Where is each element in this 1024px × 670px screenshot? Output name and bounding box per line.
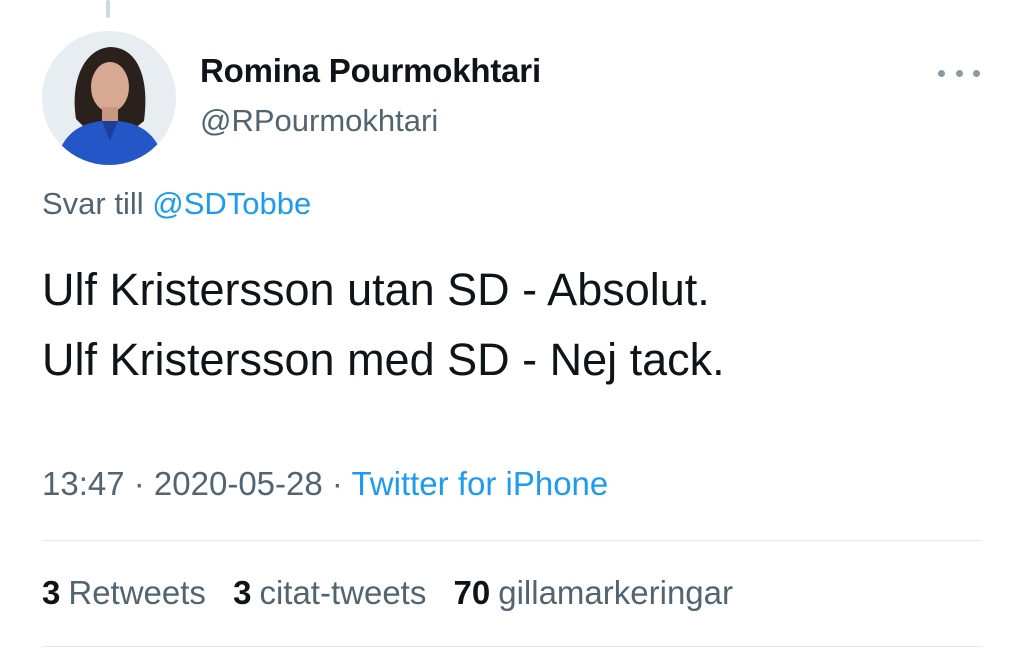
more-horizontal-icon[interactable] — [938, 58, 980, 88]
meta-separator: · — [124, 465, 154, 502]
more-dot — [955, 69, 963, 77]
divider — [42, 646, 982, 647]
author-handle[interactable]: @RPourmokhtari — [200, 103, 438, 139]
reply-prefix: Svar till — [42, 186, 144, 221]
divider — [42, 540, 982, 541]
tweet-time[interactable]: 13:47 — [42, 465, 125, 502]
tweet-source-link[interactable]: Twitter for iPhone — [351, 465, 608, 502]
reply-mention-link[interactable]: @SDTobbe — [152, 186, 311, 221]
quotes-stat[interactable]: 3 citat-tweets — [233, 574, 426, 611]
more-dot — [938, 69, 945, 77]
retweets-label: Retweets — [68, 574, 206, 611]
tweet-stats: 3 Retweets 3 citat-tweets 70 gillamarkering… — [42, 574, 751, 612]
thread-connector-line — [106, 0, 110, 18]
tweet-meta: 13:47 · 2020-05-28 · Twitter for iPhone — [42, 465, 608, 503]
retweets-stat[interactable]: 3 Retweets — [42, 574, 206, 611]
tweet-line: Ulf Kristersson med SD - Nej tack. — [42, 334, 725, 385]
retweets-count: 3 — [42, 574, 61, 611]
tweet-date[interactable]: 2020-05-28 — [154, 465, 323, 502]
quotes-count: 3 — [233, 574, 252, 611]
likes-stat[interactable]: 70 gillamarkeringar — [454, 574, 733, 611]
more-dot — [973, 69, 980, 77]
likes-label: gillamarkeringar — [498, 574, 733, 611]
meta-separator: · — [322, 465, 352, 502]
avatar[interactable] — [42, 31, 176, 165]
author-name[interactable]: Romina Pourmokhtari — [200, 52, 541, 90]
tweet-line: Ulf Kristersson utan SD - Absolut. — [42, 264, 710, 315]
likes-count: 70 — [453, 574, 491, 611]
avatar-image — [42, 31, 176, 165]
quotes-label: citat-tweets — [259, 574, 427, 611]
tweet-text: Ulf Kristersson utan SD - Absolut. Ulf K… — [42, 255, 725, 395]
reply-context: Svar till @SDTobbe — [42, 186, 311, 222]
